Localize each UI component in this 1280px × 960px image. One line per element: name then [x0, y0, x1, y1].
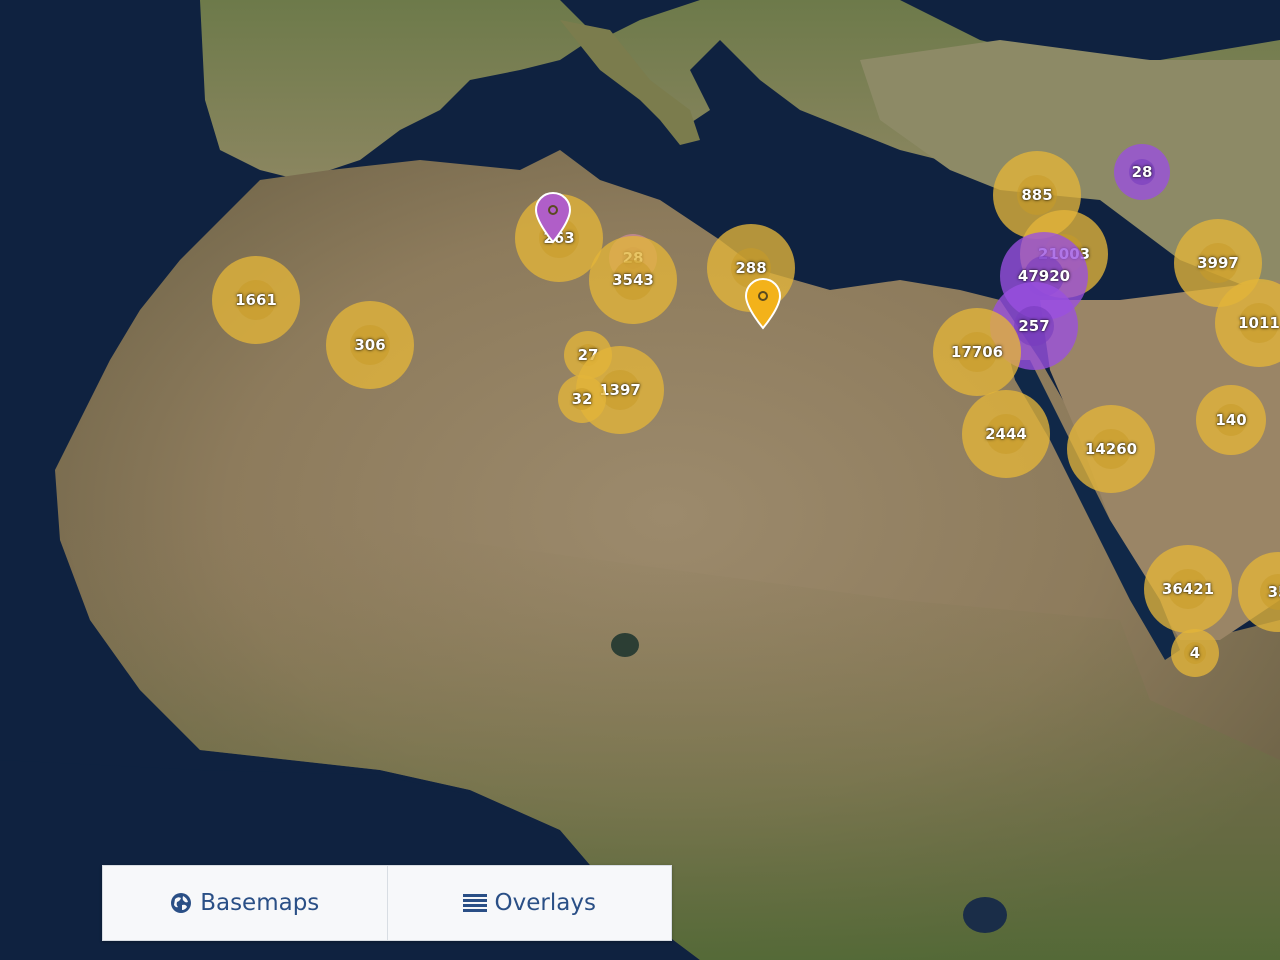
marker-cluster[interactable]: 17706 — [933, 308, 1021, 396]
map-pin-icon[interactable] — [534, 191, 572, 244]
marker-cluster[interactable]: 4 — [1171, 629, 1219, 677]
cluster-count: 32 — [571, 390, 593, 408]
cluster-count: 3543 — [612, 271, 654, 289]
cluster-count: 35 — [1267, 583, 1280, 601]
cluster-count: 1011 — [1238, 314, 1280, 332]
cluster-count: 14260 — [1084, 440, 1138, 458]
marker-cluster[interactable]: 3543 — [589, 236, 677, 324]
marker-cluster[interactable]: 36421 — [1144, 545, 1232, 633]
marker-layer: 1661306263283543288271397328852821003479… — [0, 0, 1280, 960]
marker-cluster[interactable]: 2444 — [962, 390, 1050, 478]
cluster-count: 885 — [1021, 186, 1053, 204]
globe-icon — [170, 892, 192, 914]
marker-cluster[interactable]: 1661 — [212, 256, 300, 344]
marker-cluster[interactable]: 35 — [1238, 552, 1280, 632]
marker-cluster[interactable]: 140 — [1196, 385, 1266, 455]
marker-cluster[interactable]: 306 — [326, 301, 414, 389]
cluster-count: 28 — [1131, 163, 1153, 181]
list-icon — [462, 893, 487, 913]
cluster-count: 257 — [1018, 317, 1050, 335]
cluster-count: 2444 — [985, 425, 1027, 443]
cluster-count: 306 — [354, 336, 386, 354]
cluster-count: 140 — [1215, 411, 1247, 429]
cluster-count: 36421 — [1161, 580, 1215, 598]
basemaps-label: Basemaps — [200, 890, 320, 916]
cluster-count: 17706 — [950, 343, 1004, 361]
marker-cluster[interactable]: 32 — [558, 375, 606, 423]
marker-cluster[interactable]: 14260 — [1067, 405, 1155, 493]
overlays-button[interactable]: Overlays — [386, 866, 672, 940]
marker-cluster[interactable]: 28 — [1114, 144, 1170, 200]
cluster-count: 1661 — [235, 291, 277, 309]
basemaps-button[interactable]: Basemaps — [103, 866, 387, 940]
map-pin-icon[interactable] — [744, 277, 782, 330]
map-layer-controls: Basemaps Overlays — [102, 865, 672, 941]
overlays-label: Overlays — [494, 890, 596, 916]
cluster-count: 3997 — [1197, 254, 1239, 272]
cluster-count: 288 — [735, 259, 767, 277]
cluster-count: 4 — [1189, 644, 1201, 662]
